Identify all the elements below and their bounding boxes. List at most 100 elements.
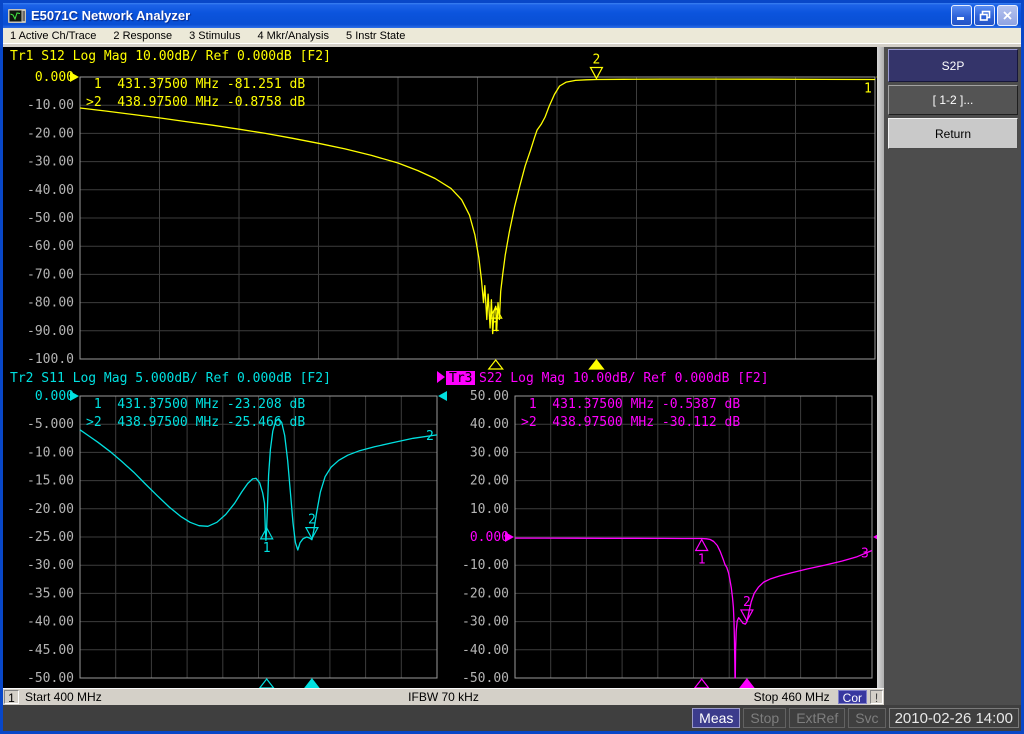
tr1-y-tick: -60.00 <box>27 239 74 254</box>
tr1-y-tick: -20.00 <box>27 126 74 141</box>
tr2-marker-readout: 1 431.37500 MHz -23.208 dB>2 438.97500 M… <box>86 397 305 430</box>
softkey-scrollbar[interactable] <box>877 47 884 688</box>
alert-badge: ! <box>870 690 883 704</box>
softkey-port-select[interactable]: [ 1-2 ]... <box>888 85 1018 115</box>
tr2-marker-readout-line: >2 438.97500 MHz -25.466 dB <box>86 415 305 430</box>
status-extref: ExtRef <box>789 708 845 728</box>
restore-button[interactable] <box>974 5 995 26</box>
tr1-marker-readout-line: 1 431.37500 MHz -81.251 dB <box>86 77 305 92</box>
tr3-y-tick: 10.00 <box>470 502 509 517</box>
menu-item-active-ch-trace[interactable]: 1 Active Ch/Trace <box>10 30 96 42</box>
tr2-y-tick: -25.00 <box>27 530 74 545</box>
tr2-y-tick: -10.00 <box>27 445 74 460</box>
tr1-marker-readout-line: >2 438.97500 MHz -0.8758 dB <box>86 95 305 110</box>
tr1-y-tick: -100.0 <box>27 352 74 367</box>
app-window: E5071C Network Analyzer 1 Active Ch/Trac… <box>0 0 1024 734</box>
tr3-stimulus-marker-2 <box>740 679 754 688</box>
tr3-y-tick: -10.00 <box>462 558 509 573</box>
tr2-y-tick: 0.000 <box>35 389 74 404</box>
tr3-header: Tr3S22 Log Mag 10.00dB/ Ref 0.000dB [F2] <box>437 371 769 386</box>
tr2-y-tick: -15.00 <box>27 474 74 489</box>
tr1-marker-2: 2 <box>590 52 602 78</box>
tr2-y-tick: -45.00 <box>27 643 74 658</box>
correction-badge: Cor <box>838 690 867 704</box>
menu-item-instr-state[interactable]: 5 Instr State <box>346 30 405 42</box>
tr1-header: Tr1 S12 Log Mag 10.00dB/ Ref 0.000dB [F2… <box>10 49 331 64</box>
tr3-y-tick: -40.00 <box>462 643 509 658</box>
tr3-marker-readout-line: >2 438.97500 MHz -30.112 dB <box>521 415 740 430</box>
tr1-y-tick: -80.00 <box>27 296 74 311</box>
menu-item-response[interactable]: 2 Response <box>113 30 172 42</box>
tr1-ref-arrow-left <box>70 72 79 82</box>
menu-item-stimulus[interactable]: 3 Stimulus <box>189 30 240 42</box>
softkey-menu: S2P [ 1-2 ]... Return <box>884 47 1021 705</box>
tr2-y-tick: -20.00 <box>27 502 74 517</box>
clock: 2010-02-26 14:00 <box>889 708 1019 728</box>
close-icon <box>1002 10 1013 21</box>
tr2-y-axis-labels: 0.000 -5.000 -10.00 -15.00 -20.00 -25.00 -30.0… <box>27 389 74 686</box>
channel-bar-left: 1 Start 400 MHz <box>3 690 297 704</box>
tr1-stimulus-marker-2 <box>589 360 603 369</box>
svg-text:1: 1 <box>698 553 706 568</box>
status-stop: Stop <box>743 708 786 728</box>
app-icon <box>8 9 26 23</box>
tr3-y-tick: -20.00 <box>462 586 509 601</box>
tr3-y-tick: 30.00 <box>470 445 509 460</box>
tr1-y-tick: -90.00 <box>27 324 74 339</box>
tr2-chart: 0.000 -5.000 -10.00 -15.00 -20.00 -25.00 -30.0… <box>10 371 447 688</box>
tr2-header-text: Tr2 S11 Log Mag 5.000dB/ Ref 0.000dB [F2… <box>10 371 331 386</box>
tr3-header-text: S22 Log Mag 10.00dB/ Ref 0.000dB [F2] <box>479 371 769 386</box>
tr3-y-tick: -30.00 <box>462 615 509 630</box>
tr3-stimulus-marker-1 <box>695 679 709 688</box>
status-meas: Meas <box>692 708 740 728</box>
tr1-y-tick: -30.00 <box>27 155 74 170</box>
tr1-y-tick: -40.00 <box>27 183 74 198</box>
start-frequency-label: Start 400 MHz <box>25 690 102 704</box>
tr1-y-tick: -50.00 <box>27 211 74 226</box>
window-controls <box>951 5 1021 26</box>
tr3-y-tick: 50.00 <box>470 389 509 404</box>
tr2-trace-number: 2 <box>426 429 434 444</box>
tr1-y-tick: 0.000 <box>35 70 74 85</box>
tr3-marker-2: 2 <box>741 595 753 621</box>
stop-frequency-label: Stop 460 MHz <box>754 690 830 704</box>
tr3-chart: 50.0040.0030.0020.0010.000.000-10.00-20.… <box>437 371 877 688</box>
tr1-header-text: Tr1 S12 Log Mag 10.00dB/ Ref 0.000dB [F2… <box>10 49 331 64</box>
tr1-marker-readout: 1 431.37500 MHz -81.251 dB >2 438.97500 M… <box>86 77 305 110</box>
tr3-y-tick: 0.000 <box>470 530 509 545</box>
tr3-marker-readout-line: 1 431.37500 MHz -0.5387 dB <box>521 397 740 412</box>
restore-icon <box>979 10 991 21</box>
title-bar: E5071C Network Analyzer <box>3 3 1021 28</box>
tr3-marker-readout: 1 431.37500 MHz -0.5387 dB >2 438.97500 M… <box>521 397 740 430</box>
tr2-y-tick: -35.00 <box>27 586 74 601</box>
svg-text:2: 2 <box>308 513 316 528</box>
tr2-y-tick: -50.00 <box>27 671 74 686</box>
softkey-return[interactable]: Return <box>888 118 1018 149</box>
svg-text:1: 1 <box>263 541 271 556</box>
tr1-stimulus-marker-1 <box>489 360 503 369</box>
tr2-stimulus-marker-1 <box>260 679 274 688</box>
tr2-y-tick: -5.000 <box>27 417 74 432</box>
tr2-grid <box>80 396 437 678</box>
tr3-marker-1: 1 <box>696 540 708 568</box>
svg-text:2: 2 <box>593 52 601 67</box>
tr1-grid <box>80 77 875 359</box>
tr3-y-tick: 40.00 <box>470 417 509 432</box>
tr3-grid <box>515 396 872 678</box>
tr3-y-tick: -50.00 <box>462 671 509 686</box>
softkey-s2p[interactable]: S2P <box>888 49 1018 82</box>
svg-text:2: 2 <box>743 595 751 610</box>
charts-canvas: 0.000 -10.00 -20.00 -30.00 -40.00 -50.00 -60.0… <box>3 47 877 688</box>
tr2-ref-arrow-right <box>438 391 447 401</box>
minimize-button[interactable] <box>951 5 972 26</box>
tr1-trace-number: 1 <box>864 82 872 97</box>
tr2-y-tick: -30.00 <box>27 558 74 573</box>
menu-item-mkr-analysis[interactable]: 4 Mkr/Analysis <box>257 30 329 42</box>
tr3-y-axis-labels: 50.0040.0030.0020.0010.000.000-10.00-20.… <box>462 389 509 686</box>
instrument-status-bar: Meas Stop ExtRef Svc 2010-02-26 14:00 <box>3 705 1021 731</box>
ifbw-label: IFBW 70 kHz <box>297 690 591 704</box>
close-button[interactable] <box>997 5 1018 26</box>
channel-bar-right: Stop 460 MHz Cor ! <box>590 690 884 704</box>
tr1-y-tick: -10.00 <box>27 98 74 113</box>
tr3-ref-arrow-left <box>505 532 514 542</box>
